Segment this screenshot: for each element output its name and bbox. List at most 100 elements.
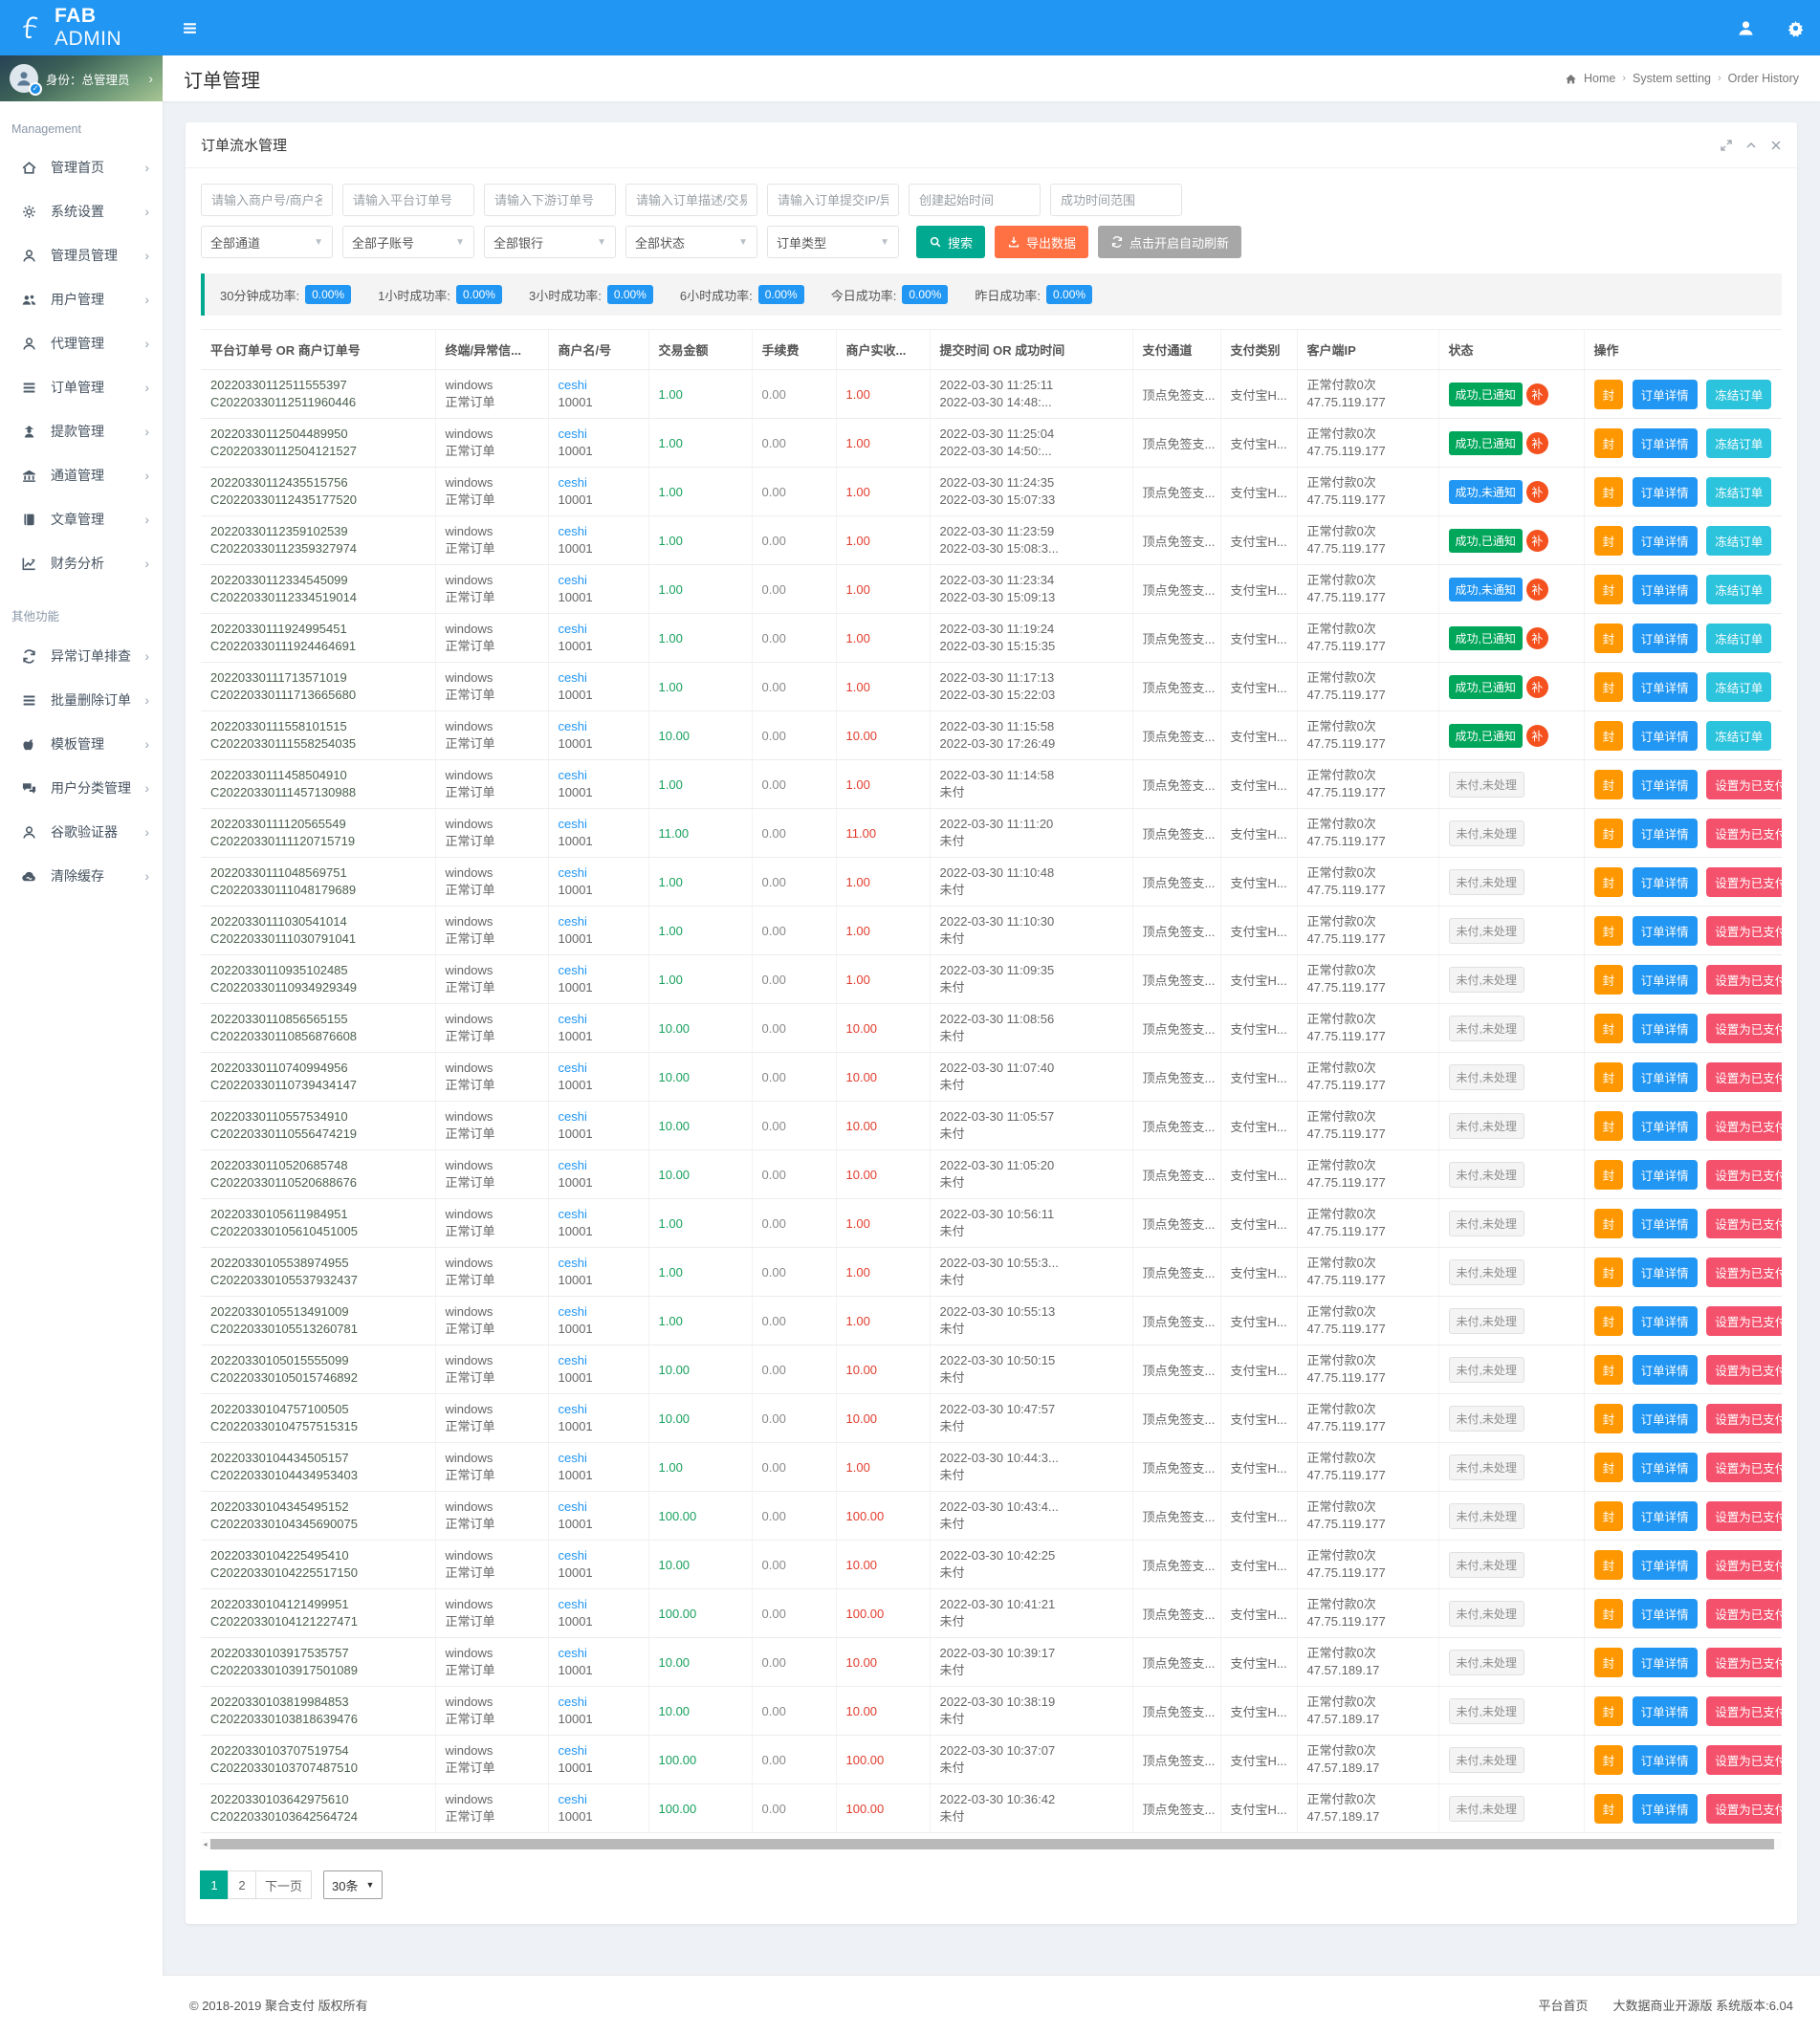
- sidebar-item-user[interactable]: 管理员管理 ›: [0, 233, 163, 277]
- set-paid-button[interactable]: 设置为已支付: [1706, 1306, 1782, 1336]
- auto-refresh-button[interactable]: 点击开启自动刷新: [1098, 226, 1241, 258]
- merchant-name-link[interactable]: ceshi: [559, 1450, 639, 1467]
- freeze-order-button[interactable]: 冻结订单: [1706, 380, 1771, 409]
- order-detail-button[interactable]: 订单详情: [1633, 1599, 1698, 1629]
- seal-button[interactable]: 封: [1594, 380, 1624, 409]
- set-paid-button[interactable]: 设置为已支付: [1706, 1696, 1782, 1726]
- order-detail-button[interactable]: 订单详情: [1633, 1209, 1698, 1238]
- sidebar-item-bank[interactable]: 通道管理 ›: [0, 453, 163, 497]
- set-paid-button[interactable]: 设置为已支付: [1706, 1648, 1782, 1677]
- order-detail-button[interactable]: 订单详情: [1633, 721, 1698, 751]
- order-detail-button[interactable]: 订单详情: [1633, 1014, 1698, 1043]
- seal-button[interactable]: 封: [1594, 1501, 1624, 1531]
- merchant-name-link[interactable]: ceshi: [559, 1791, 639, 1808]
- order-detail-button[interactable]: 订单详情: [1633, 1062, 1698, 1092]
- order-detail-button[interactable]: 订单详情: [1633, 477, 1698, 507]
- filter-input-2[interactable]: [484, 184, 616, 216]
- patch-notify-button[interactable]: 补: [1526, 383, 1548, 405]
- merchant-name-link[interactable]: ceshi: [559, 1596, 639, 1613]
- set-paid-button[interactable]: 设置为已支付: [1706, 819, 1782, 848]
- order-detail-button[interactable]: 订单详情: [1633, 526, 1698, 556]
- set-paid-button[interactable]: 设置为已支付: [1706, 1501, 1782, 1531]
- filter-input-0[interactable]: [201, 184, 333, 216]
- sidebar-item-comments[interactable]: 用户分类管理 ›: [0, 766, 163, 810]
- merchant-name-link[interactable]: ceshi: [559, 718, 639, 735]
- set-paid-button[interactable]: 设置为已支付: [1706, 1160, 1782, 1190]
- filter-select-3[interactable]: 全部状态 ▼: [625, 226, 757, 258]
- set-paid-button[interactable]: 设置为已支付: [1706, 916, 1782, 946]
- search-button[interactable]: 搜索: [916, 226, 985, 258]
- seal-button[interactable]: 封: [1594, 965, 1624, 995]
- export-data-button[interactable]: 导出数据: [995, 226, 1088, 258]
- footer-home-link[interactable]: 平台首页: [1538, 1996, 1588, 2014]
- seal-button[interactable]: 封: [1594, 1306, 1624, 1336]
- sidebar-item-home[interactable]: 管理首页 ›: [0, 145, 163, 189]
- seal-button[interactable]: 封: [1594, 1111, 1624, 1141]
- order-detail-button[interactable]: 订单详情: [1633, 1648, 1698, 1677]
- order-detail-button[interactable]: 订单详情: [1633, 819, 1698, 848]
- set-paid-button[interactable]: 设置为已支付: [1706, 1355, 1782, 1385]
- order-detail-button[interactable]: 订单详情: [1633, 965, 1698, 995]
- order-detail-button[interactable]: 订单详情: [1633, 867, 1698, 897]
- order-detail-button[interactable]: 订单详情: [1633, 1745, 1698, 1775]
- sidebar-item-list[interactable]: 订单管理 ›: [0, 365, 163, 409]
- merchant-name-link[interactable]: ceshi: [559, 816, 639, 833]
- scrollbar-thumb[interactable]: [210, 1839, 1774, 1849]
- merchant-name-link[interactable]: ceshi: [559, 1206, 639, 1223]
- page-button-2[interactable]: 2: [228, 1870, 256, 1899]
- seal-button[interactable]: 封: [1594, 867, 1624, 897]
- filter-input-6[interactable]: [1050, 184, 1182, 216]
- patch-notify-button[interactable]: 补: [1526, 432, 1548, 454]
- seal-button[interactable]: 封: [1594, 1794, 1624, 1824]
- merchant-name-link[interactable]: ceshi: [559, 864, 639, 882]
- order-detail-button[interactable]: 订单详情: [1633, 1696, 1698, 1726]
- sidebar-toggle-button[interactable]: [163, 0, 216, 55]
- order-detail-button[interactable]: 订单详情: [1633, 1306, 1698, 1336]
- merchant-name-link[interactable]: ceshi: [559, 621, 639, 638]
- patch-notify-button[interactable]: 补: [1526, 530, 1548, 552]
- set-paid-button[interactable]: 设置为已支付: [1706, 1258, 1782, 1287]
- order-detail-button[interactable]: 订单详情: [1633, 1355, 1698, 1385]
- set-paid-button[interactable]: 设置为已支付: [1706, 770, 1782, 799]
- seal-button[interactable]: 封: [1594, 1648, 1624, 1677]
- set-paid-button[interactable]: 设置为已支付: [1706, 867, 1782, 897]
- merchant-name-link[interactable]: ceshi: [559, 1547, 639, 1564]
- sidebar-item-users[interactable]: 用户管理 ›: [0, 277, 163, 321]
- order-detail-button[interactable]: 订单详情: [1633, 1160, 1698, 1190]
- collapse-icon[interactable]: [1745, 140, 1757, 151]
- order-detail-button[interactable]: 订单详情: [1633, 575, 1698, 604]
- sidebar-item-chart[interactable]: 财务分析 ›: [0, 541, 163, 585]
- seal-button[interactable]: 封: [1594, 1404, 1624, 1433]
- merchant-name-link[interactable]: ceshi: [559, 1645, 639, 1662]
- horizontal-scrollbar[interactable]: ◂: [201, 1839, 1782, 1849]
- set-paid-button[interactable]: 设置为已支付: [1706, 1209, 1782, 1238]
- order-detail-button[interactable]: 订单详情: [1633, 770, 1698, 799]
- merchant-name-link[interactable]: ceshi: [559, 1060, 639, 1077]
- set-paid-button[interactable]: 设置为已支付: [1706, 1599, 1782, 1629]
- sidebar-item-user[interactable]: 代理管理 ›: [0, 321, 163, 365]
- next-page-button[interactable]: 下一页: [255, 1870, 312, 1899]
- merchant-name-link[interactable]: ceshi: [559, 523, 639, 540]
- seal-button[interactable]: 封: [1594, 428, 1624, 458]
- seal-button[interactable]: 封: [1594, 477, 1624, 507]
- page-size-select[interactable]: 30条 ▼: [323, 1870, 383, 1899]
- page-button-1[interactable]: 1: [200, 1870, 229, 1899]
- merchant-name-link[interactable]: ceshi: [559, 1694, 639, 1711]
- order-detail-button[interactable]: 订单详情: [1633, 672, 1698, 702]
- set-paid-button[interactable]: 设置为已支付: [1706, 1014, 1782, 1043]
- filter-input-3[interactable]: [625, 184, 757, 216]
- freeze-order-button[interactable]: 冻结订单: [1706, 428, 1771, 458]
- sidebar-item-book[interactable]: 文章管理 ›: [0, 497, 163, 541]
- sidebar-item-user-secret[interactable]: 提款管理 ›: [0, 409, 163, 453]
- order-detail-button[interactable]: 订单详情: [1633, 623, 1698, 653]
- breadcrumb-home[interactable]: Home: [1584, 72, 1615, 85]
- settings-button[interactable]: [1770, 0, 1820, 55]
- seal-button[interactable]: 封: [1594, 672, 1624, 702]
- order-detail-button[interactable]: 订单详情: [1633, 1794, 1698, 1824]
- scroll-left-arrow-icon[interactable]: ◂: [201, 1839, 209, 1849]
- merchant-name-link[interactable]: ceshi: [559, 474, 639, 492]
- sidebar-item-refresh[interactable]: 异常订单排查 ›: [0, 634, 163, 678]
- set-paid-button[interactable]: 设置为已支付: [1706, 1062, 1782, 1092]
- filter-input-1[interactable]: [342, 184, 474, 216]
- set-paid-button[interactable]: 设置为已支付: [1706, 1745, 1782, 1775]
